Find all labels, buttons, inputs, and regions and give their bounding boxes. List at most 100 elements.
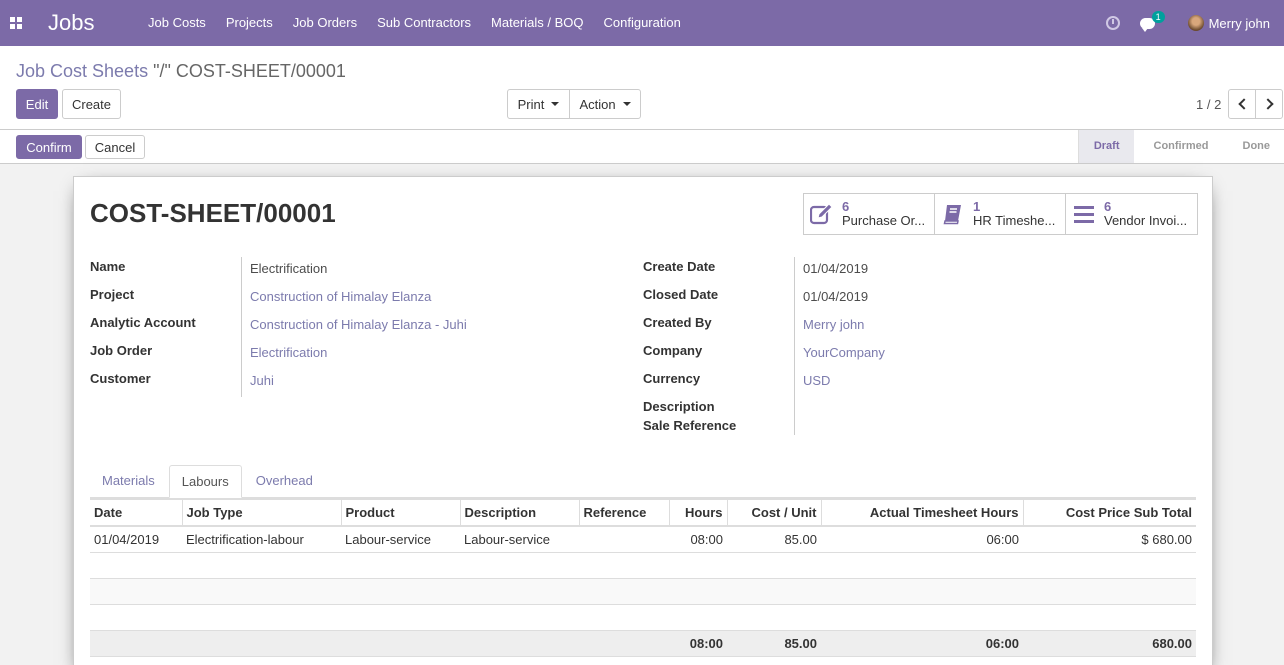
chat-count-badge: 1	[1151, 11, 1165, 23]
cell-reference	[579, 526, 669, 553]
field-label: Project	[90, 287, 135, 302]
total-cost-price-subtotal: 680.00	[1023, 629, 1196, 657]
created-by-link[interactable]: Merry john	[794, 313, 864, 341]
cell-product: Labour-service	[341, 526, 460, 553]
smart-count: 6	[1104, 199, 1112, 214]
tab-materials[interactable]: Materials	[90, 465, 167, 497]
stage-confirmed[interactable]: Confirmed	[1134, 130, 1223, 163]
menu-item-projects[interactable]: Projects	[216, 0, 283, 46]
total-hours: 08:00	[669, 629, 727, 657]
pager-value[interactable]: 1 / 2	[1196, 97, 1221, 112]
activity-clock-icon[interactable]	[1105, 16, 1120, 30]
col-header-date[interactable]: Date	[90, 498, 182, 527]
action-dropdown[interactable]: Action	[569, 89, 641, 119]
table-header-row: Date Job Type Product Description Refere…	[90, 498, 1196, 527]
total-cell	[579, 629, 669, 657]
col-header-reference[interactable]: Reference	[578, 498, 669, 527]
field-label: Name	[90, 259, 126, 274]
field-label: Job Order	[90, 343, 153, 358]
labours-table: Date Job Type Product Description Refere…	[90, 498, 1196, 657]
pager-next-button[interactable]	[1255, 89, 1283, 119]
field-label: Create Date	[643, 259, 716, 274]
vendor-invoices-smart-button[interactable]: 6 Vendor Invoi...	[1066, 194, 1197, 234]
field-currency: Currency USD	[643, 369, 885, 397]
menu-item-job-orders[interactable]: Job Orders	[283, 0, 367, 46]
edit-icon	[810, 203, 834, 225]
cancel-button[interactable]: Cancel	[85, 135, 145, 159]
col-header-hours[interactable]: Hours	[668, 498, 727, 527]
analytic-account-link[interactable]: Construction of Himalay Elanza - Juhi	[241, 313, 467, 341]
field-label: Created By	[643, 315, 712, 330]
field-label: Sale Reference	[643, 418, 737, 433]
total-cost-unit: 85.00	[727, 629, 821, 657]
empty-row	[90, 578, 1196, 605]
menu-item-materials-boq[interactable]: Materials / BOQ	[481, 0, 593, 46]
stage-draft[interactable]: Draft	[1077, 130, 1134, 163]
col-header-actual-timesheet-hours[interactable]: Actual Timesheet Hours	[820, 498, 1023, 527]
field-value: 01/04/2019	[794, 257, 868, 285]
confirm-button[interactable]: Confirm	[16, 135, 82, 159]
cell-cost-unit: 85.00	[727, 526, 821, 553]
job-order-link[interactable]: Electrification	[241, 341, 327, 369]
notebook-tabs: Materials Labours Overhead	[90, 465, 1196, 498]
edit-button[interactable]: Edit	[16, 89, 58, 119]
app-name: Jobs	[48, 10, 95, 35]
breadcrumb: Job Cost Sheets "/" COST-SHEET/00001	[16, 61, 346, 82]
navbar-right: 1 Merry john	[1105, 0, 1284, 46]
field-label: Company	[643, 343, 703, 358]
field-company: Company YourCompany	[643, 341, 885, 369]
field-name: Name Electrification	[90, 257, 467, 285]
breadcrumb-separator: "/"	[148, 61, 176, 81]
smart-label: Purchase Or...	[842, 214, 926, 228]
col-header-job-type[interactable]: Job Type	[181, 498, 341, 527]
total-cell	[460, 629, 579, 657]
stage-done[interactable]: Done	[1223, 130, 1284, 163]
field-value: Electrification	[241, 257, 327, 285]
field-value	[794, 416, 803, 435]
breadcrumb-current: COST-SHEET/00001	[175, 61, 346, 81]
create-button[interactable]: Create	[62, 89, 121, 119]
col-header-product[interactable]: Product	[340, 498, 460, 527]
total-actual-timesheet-hours: 06:00	[821, 629, 1023, 657]
apps-menu-icon[interactable]	[0, 0, 32, 46]
user-menu[interactable]: Merry john	[1209, 16, 1270, 31]
empty-row	[90, 552, 1196, 579]
purchase-orders-smart-button[interactable]: 6 Purchase Or...	[804, 194, 935, 234]
left-field-group: Name Electrification Project Constructio…	[90, 257, 467, 397]
field-project: Project Construction of Himalay Elanza	[90, 285, 467, 313]
table-row[interactable]: 01/04/2019 Electrification-labour Labour…	[90, 526, 1196, 553]
cell-cost-price-subtotal: $ 680.00	[1023, 526, 1196, 553]
main-menu: Job Costs Projects Job Orders Sub Contra…	[138, 0, 691, 46]
menu-item-sub-contractors[interactable]: Sub Contractors	[367, 0, 481, 46]
hr-timesheets-smart-button[interactable]: 1 HR Timeshe...	[935, 194, 1066, 234]
smart-label: HR Timeshe...	[973, 214, 1056, 228]
cell-date: 01/04/2019	[90, 526, 182, 553]
field-created-by: Created By Merry john	[643, 313, 885, 341]
print-dropdown[interactable]: Print	[507, 89, 570, 119]
field-description: Description	[643, 397, 885, 416]
status-bar: Confirm Cancel Draft Confirmed Done	[0, 130, 1284, 164]
tab-overhead[interactable]: Overhead	[244, 465, 325, 497]
customer-link[interactable]: Juhi	[241, 369, 274, 397]
messaging-menu[interactable]: 1	[1139, 11, 1165, 32]
total-cell	[341, 629, 460, 657]
company-link[interactable]: YourCompany	[794, 341, 885, 369]
field-label: Analytic Account	[90, 315, 196, 330]
total-cell	[90, 629, 182, 657]
right-field-group: Create Date 01/04/2019 Closed Date 01/04…	[643, 257, 885, 435]
col-header-cost-price-subtotal[interactable]: Cost Price Sub Total	[1022, 498, 1196, 527]
pager-previous-button[interactable]	[1228, 89, 1256, 119]
col-header-description[interactable]: Description	[459, 498, 579, 527]
menu-item-job-costs[interactable]: Job Costs	[138, 0, 216, 46]
breadcrumb-parent[interactable]: Job Cost Sheets	[16, 61, 148, 81]
stage-pipeline: Draft Confirmed Done	[1077, 130, 1284, 163]
cell-job-type: Electrification-labour	[182, 526, 341, 553]
tab-labours[interactable]: Labours	[168, 465, 242, 498]
totals-row: 08:00 85.00 06:00 680.00	[90, 629, 1196, 657]
field-closed-date: Closed Date 01/04/2019	[643, 285, 885, 313]
project-link[interactable]: Construction of Himalay Elanza	[241, 285, 431, 313]
currency-link[interactable]: USD	[794, 369, 830, 397]
col-header-cost-unit[interactable]: Cost / Unit	[726, 498, 821, 527]
menu-item-configuration[interactable]: Configuration	[594, 0, 691, 46]
user-avatar[interactable]	[1187, 15, 1204, 31]
